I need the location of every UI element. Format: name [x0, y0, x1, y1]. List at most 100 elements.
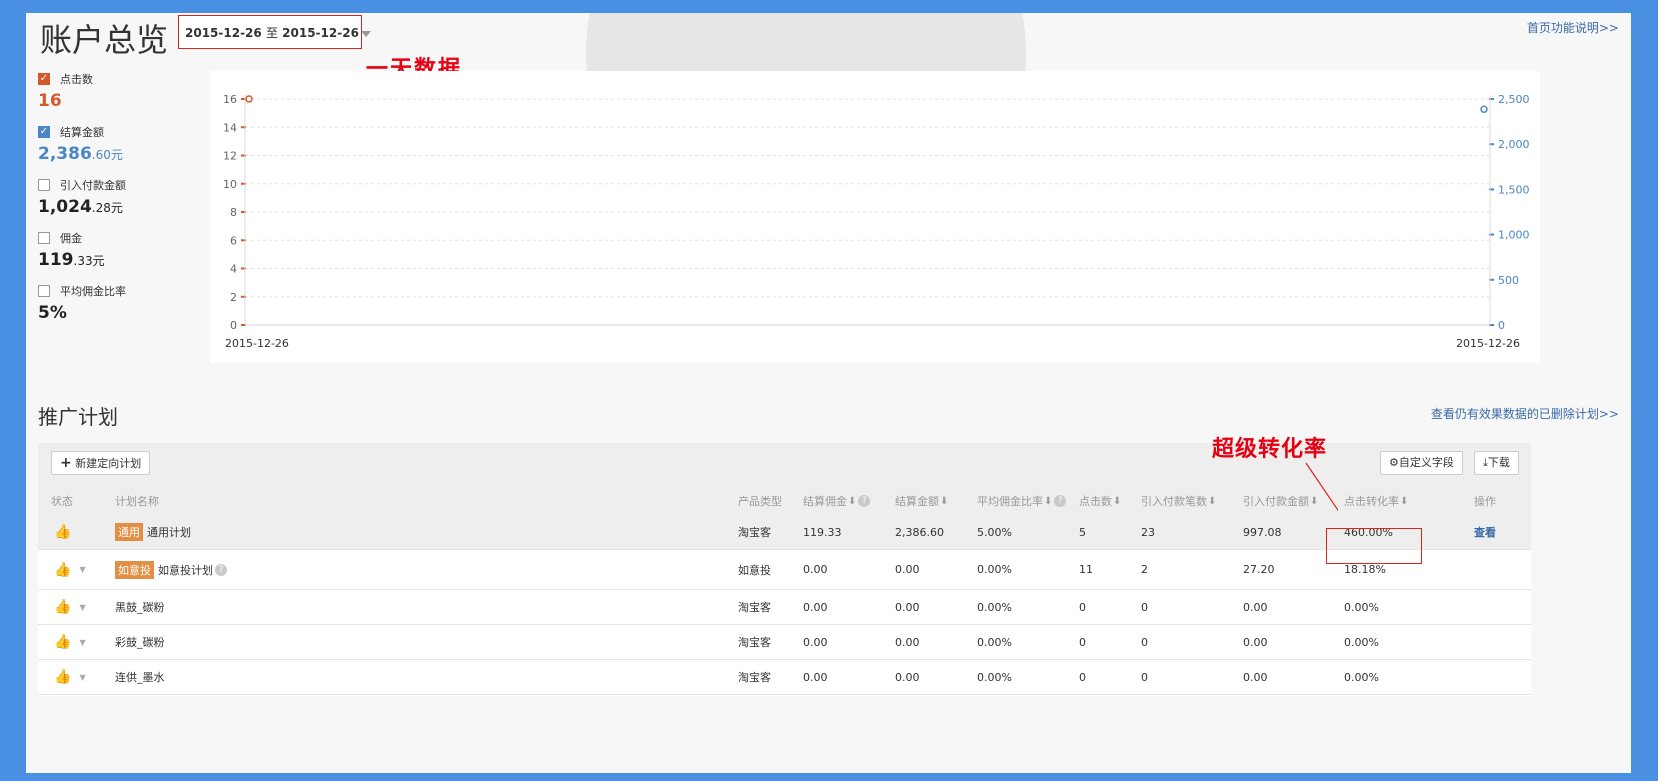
y-right-tick-label: 2,500 [1498, 93, 1530, 106]
status-cell[interactable]: 👍 ▼ [54, 550, 86, 589]
date-end: 2015-12-26 [282, 26, 359, 40]
metric-checkbox[interactable] [38, 285, 50, 297]
section-title-plans: 推广计划 [38, 405, 118, 429]
new-plan-button[interactable]: + 新建定向计划 [51, 451, 151, 475]
sort-down-icon: ⬇ [1400, 495, 1409, 507]
col-clicks[interactable]: 点击数 ⬇ [1079, 487, 1121, 515]
type-cell: 淘宝客 [738, 526, 771, 539]
custom-fields-button[interactable]: ⚙自定义字段 [1380, 451, 1463, 475]
metric-value: 1,024.28元 [38, 197, 198, 217]
trend-chart: 0 2 4 6 8 10 12 14 16 0 500 1,000 1,500 2,000 2,500 201… [223, 93, 1530, 350]
metric-item: 引入付款金额 1,024.28元 [38, 177, 198, 230]
plan-name[interactable]: 如意投计划 [158, 562, 213, 578]
chevron-down-icon: ▼ [79, 637, 86, 647]
help-link[interactable]: 首页功能说明>> [1527, 19, 1619, 36]
commission-cell: 0.00 [803, 670, 828, 684]
y-right-tick-label: 2,000 [1498, 138, 1530, 151]
plan-name[interactable]: 连供_墨水 [115, 669, 165, 685]
status-cell[interactable]: 👍 ▼ [54, 625, 86, 659]
metric-checkbox[interactable] [38, 232, 50, 244]
y-left-tick-label: 6 [230, 234, 237, 247]
amount-cell: 0.00 [895, 600, 920, 614]
metric-value-main: 5% [38, 303, 67, 323]
x-tick-label: 2015-12-26 [225, 337, 289, 350]
annotation-arrow [1305, 462, 1338, 512]
col-action: 操作 [1474, 495, 1496, 508]
metric-label: 点击数 [60, 73, 93, 86]
plan-name[interactable]: 通用计划 [147, 524, 191, 540]
col-commission[interactable]: 结算佣金 ⬇? [803, 487, 871, 515]
commission-cell: 0.00 [803, 563, 828, 576]
deleted-plans-link[interactable]: 查看仍有效果数据的已删除计划>> [1431, 405, 1619, 422]
y-left-tick-label: 0 [230, 319, 237, 332]
new-plan-label: 新建定向计划 [75, 457, 142, 470]
ratio-cell: 0.00% [977, 563, 1012, 576]
orders-cell: 23 [1141, 525, 1155, 539]
metric-checkbox[interactable] [38, 179, 50, 191]
date-start: 2015-12-26 [185, 26, 262, 40]
col-cvr[interactable]: 点击转化率 ⬇ [1344, 487, 1408, 515]
clicks-cell: 5 [1079, 525, 1086, 539]
metric-value-decimal: .33元 [73, 254, 105, 268]
table-row[interactable]: 👍 ▼ 如意投 如意投计划? 如意投 0.00 0.00 0.00% 11 2 27.20 18.18… [38, 550, 1531, 590]
x-tick-label: 2015-12-26 [1456, 337, 1520, 350]
view-link[interactable]: 查看 [1474, 515, 1496, 549]
metric-label-row: 平均佣金比率 [38, 283, 198, 299]
commission-cell: 0.00 [803, 635, 828, 649]
plan-name-cell: 连供_墨水 [115, 660, 165, 694]
amount-cell: 0.00 [895, 670, 920, 684]
table-body: 👍 通用 通用计划 淘宝客 119.33 2,386.60 5.00% 5 23 997.08 46… [38, 515, 1531, 695]
ratio-cell: 0.00% [977, 635, 1012, 649]
metric-value: 5% [38, 303, 198, 323]
download-button[interactable]: ⤓下载 [1474, 451, 1519, 475]
col-ratio[interactable]: 平均佣金比率 ⬇? [977, 487, 1067, 515]
commission-cell: 0.00 [803, 600, 828, 614]
col-orders[interactable]: 引入付款笔数 ⬇ [1141, 487, 1216, 515]
y-right-tick-label: 1,000 [1498, 229, 1530, 242]
y-left-tick-label: 12 [223, 150, 237, 163]
clicks-cell: 11 [1079, 563, 1093, 576]
paid-cell: 997.08 [1243, 525, 1282, 539]
paid-cell: 0.00 [1243, 635, 1268, 649]
metric-checkbox[interactable]: ✓ [38, 73, 50, 85]
y-left-tick-label: 2 [230, 291, 237, 304]
plan-tag: 如意投 [115, 560, 154, 579]
table-row[interactable]: 👍 ▼ 黑鼓_碳粉 淘宝客 0.00 0.00 0.00% 0 0 0.00 0.00% [38, 590, 1531, 625]
plan-name-cell: 如意投 如意投计划? [115, 550, 227, 589]
col-amount[interactable]: 结算金额 ⬇ [895, 487, 948, 515]
paid-cell: 0.00 [1243, 600, 1268, 614]
status-cell[interactable]: 👍 [54, 515, 71, 549]
col-type: 产品类型 [738, 495, 782, 508]
sort-down-icon: ⬇ [940, 495, 949, 507]
help-icon[interactable]: ? [215, 563, 227, 576]
plan-name[interactable]: 彩鼓_碳粉 [115, 634, 165, 650]
orders-cell: 0 [1141, 635, 1148, 649]
ratio-cell: 5.00% [977, 525, 1012, 539]
status-cell[interactable]: 👍 ▼ [54, 590, 86, 624]
y-left-tick-label: 4 [230, 263, 237, 276]
metric-value: 2,386.60元 [38, 144, 198, 164]
col-amount-label: 结算金额 [895, 495, 939, 508]
metric-label: 引入付款金额 [60, 179, 126, 192]
col-orders-label: 引入付款笔数 [1141, 495, 1207, 508]
thumb-icon: 👍 [54, 599, 72, 615]
chart-panel: 0 2 4 6 8 10 12 14 16 0 500 1,000 1,500 2,000 2,500 201… [210, 71, 1540, 363]
metric-checkbox[interactable]: ✓ [38, 126, 50, 138]
type-cell: 淘宝客 [738, 671, 771, 684]
y-right-tick-label: 0 [1498, 319, 1505, 332]
table-row[interactable]: 👍 ▼ 彩鼓_碳粉 淘宝客 0.00 0.00 0.00% 0 0 0.00 0.00% [38, 625, 1531, 660]
table-row[interactable]: 👍 ▼ 连供_墨水 淘宝客 0.00 0.00 0.00% 0 0 0.00 0.00% [38, 660, 1531, 695]
y-left-tick-label: 8 [230, 206, 237, 219]
date-range-picker[interactable]: 2015-12-26 至 2015-12-26 [178, 15, 371, 49]
status-cell[interactable]: 👍 ▼ [54, 660, 86, 694]
clicks-cell: 0 [1079, 600, 1086, 614]
paid-cell: 0.00 [1243, 670, 1268, 684]
amount-cell: 0.00 [895, 635, 920, 649]
help-icon[interactable]: ? [1054, 495, 1067, 507]
plan-name[interactable]: 黑鼓_碳粉 [115, 599, 165, 615]
metric-item: 佣金 119.33元 [38, 230, 198, 283]
paid-cell: 27.20 [1243, 563, 1275, 576]
orders-cell: 0 [1141, 670, 1148, 684]
help-icon[interactable]: ? [858, 495, 871, 507]
chevron-down-icon: ▼ [79, 602, 86, 612]
